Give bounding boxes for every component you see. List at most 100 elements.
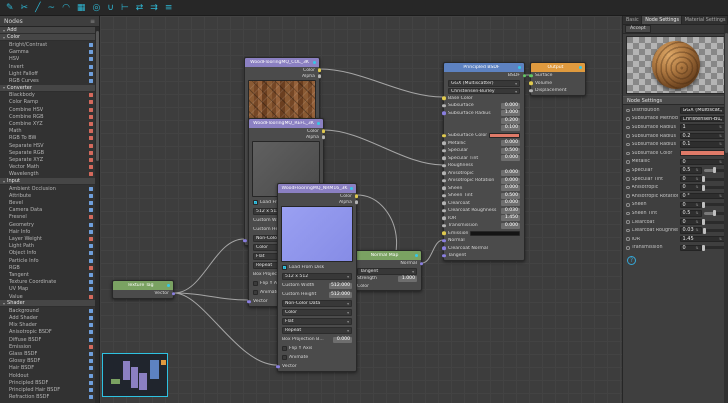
node-type-row[interactable]: Invert: [0, 63, 96, 70]
node-row[interactable]: Strength 1.000: [353, 275, 421, 283]
node-type-row[interactable]: UV Map: [0, 286, 96, 293]
output-socket[interactable]: [523, 172, 527, 176]
output-socket[interactable]: [523, 232, 527, 236]
node-type-row[interactable]: Gamma: [0, 49, 96, 56]
node-type-row[interactable]: Math: [0, 128, 96, 135]
node-row[interactable]: Volume: [531, 80, 585, 88]
slider-knob[interactable]: [702, 219, 705, 225]
node-type-row[interactable]: RGB: [0, 264, 96, 271]
output-socket[interactable]: [355, 365, 359, 369]
output-socket[interactable]: [355, 275, 359, 279]
input-socket[interactable]: [247, 264, 251, 268]
output-socket[interactable]: [318, 68, 322, 72]
input-socket[interactable]: [243, 149, 247, 153]
input-socket[interactable]: [276, 338, 280, 342]
keyframe-dot[interactable]: [626, 160, 630, 164]
output-socket[interactable]: [523, 149, 527, 153]
value-field[interactable]: 0.000: [501, 200, 520, 206]
node-type-row[interactable]: Mix Shader: [0, 322, 96, 329]
output-socket[interactable]: [355, 302, 359, 306]
input-socket[interactable]: [247, 282, 251, 286]
input-socket[interactable]: [247, 255, 251, 259]
grid-icon[interactable]: ▦: [77, 0, 86, 16]
output-socket[interactable]: [523, 82, 527, 86]
input-socket[interactable]: [442, 179, 446, 183]
checkbox[interactable]: ✓: [282, 265, 287, 270]
node-row[interactable]: Tangent: [353, 268, 421, 276]
node-normal-map[interactable]: Normal Map Normal: [352, 250, 422, 291]
pencil-icon[interactable]: ✎: [6, 0, 14, 16]
node-type-row[interactable]: Combine XYZ: [0, 120, 96, 127]
input-socket[interactable]: [442, 239, 446, 243]
input-socket[interactable]: [442, 232, 446, 236]
value-field[interactable]: 0.000: [501, 155, 520, 161]
minimap[interactable]: [102, 353, 168, 397]
node-type-row[interactable]: Texture Coordinate: [0, 279, 96, 286]
node-row[interactable]: Subsurface 0.000: [444, 102, 524, 110]
node-row[interactable]: Base Color: [444, 95, 524, 103]
input-socket[interactable]: [276, 311, 280, 315]
input-socket[interactable]: [529, 89, 533, 93]
node-type-row[interactable]: Hair BSDF: [0, 365, 96, 372]
param-slider[interactable]: [704, 221, 726, 224]
input-socket[interactable]: [276, 266, 280, 270]
input-socket[interactable]: [442, 112, 446, 116]
input-socket[interactable]: [243, 239, 247, 243]
node-type-row[interactable]: Layer Weight: [0, 235, 96, 242]
node-type-row[interactable]: Anisotropic BSDF: [0, 329, 96, 336]
node-enable-dot[interactable]: [313, 61, 316, 64]
input-socket[interactable]: [276, 302, 280, 306]
input-socket[interactable]: [243, 212, 247, 216]
node-type-row[interactable]: Geometry: [0, 221, 96, 228]
param-slider[interactable]: [704, 229, 726, 232]
keyframe-dot[interactable]: [626, 220, 630, 224]
node-row[interactable]: 512 x 512: [278, 272, 356, 281]
output-socket[interactable]: [355, 200, 359, 204]
keyframe-dot[interactable]: [626, 229, 630, 233]
output-socket[interactable]: [523, 89, 527, 93]
output-socket[interactable]: [523, 164, 527, 168]
output-socket[interactable]: [355, 293, 359, 297]
input-socket[interactable]: [243, 167, 247, 171]
param-slider[interactable]: [704, 178, 726, 181]
node-row[interactable]: Alpha: [245, 73, 319, 79]
value-field[interactable]: 0.000: [501, 140, 520, 146]
color-swatch[interactable]: [470, 231, 520, 236]
accept-button[interactable]: Accept: [625, 25, 651, 33]
plug-icon[interactable]: ⊢: [121, 0, 129, 16]
param-dropdown[interactable]: Christensen-Burley: [680, 116, 726, 123]
left-scrollbar[interactable]: [95, 27, 99, 403]
input-socket[interactable]: [276, 356, 280, 360]
input-socket[interactable]: [276, 320, 280, 324]
param-value-field[interactable]: 0.5: [680, 210, 702, 217]
node-type-row[interactable]: Ambient Occlusion: [0, 185, 96, 192]
output-socket[interactable]: [523, 179, 527, 183]
node-enable-dot[interactable]: [167, 284, 170, 287]
param-value-field[interactable]: 0 °: [680, 193, 726, 200]
input-socket[interactable]: [243, 221, 247, 225]
input-socket[interactable]: [247, 300, 251, 304]
node-row[interactable]: Subsurface Color: [444, 132, 524, 140]
param-value-field[interactable]: 0: [680, 159, 726, 166]
keyframe-dot[interactable]: [626, 152, 630, 156]
param-value-field[interactable]: 1: [680, 124, 726, 131]
input-socket[interactable]: [243, 176, 247, 180]
input-socket[interactable]: [243, 68, 247, 72]
param-slider[interactable]: [704, 212, 726, 215]
input-socket[interactable]: [442, 194, 446, 198]
node-row[interactable]: Surface: [531, 72, 585, 80]
node-row[interactable]: Sheen Tint 0.500: [444, 192, 524, 200]
output-socket[interactable]: [523, 247, 527, 251]
checkbox[interactable]: ✓: [253, 200, 258, 205]
input-socket[interactable]: [442, 217, 446, 221]
value-field[interactable]: 0.200: [501, 118, 520, 124]
node-type-row[interactable]: Combine HSV: [0, 106, 96, 113]
help-icon[interactable]: ?: [627, 256, 636, 265]
node-header[interactable]: Normal Map: [353, 251, 421, 260]
node-row[interactable]: Anisotropic 0.000: [444, 170, 524, 178]
node-type-row[interactable]: Camera Data: [0, 207, 96, 214]
output-socket[interactable]: [420, 262, 424, 266]
input-socket[interactable]: [243, 158, 247, 162]
node-header[interactable]: Texture Tag: [113, 281, 173, 290]
swap-icon[interactable]: ⇄: [136, 0, 144, 16]
